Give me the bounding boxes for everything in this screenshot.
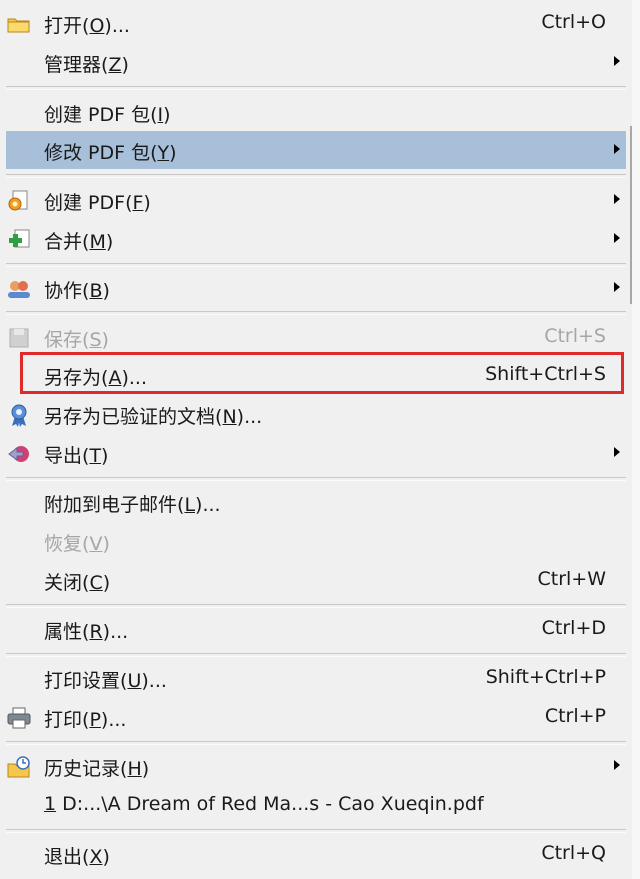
file-menu: 打开(O)... Ctrl+O 管理器(Z) 创建 PDF 包(I) 修改 PD… xyxy=(0,0,632,879)
menu-item-attach-to-email[interactable]: 附加到电子邮件(L)... xyxy=(0,483,632,521)
shortcut-label: Ctrl+D xyxy=(541,617,606,639)
menu-label: 协作 xyxy=(44,280,83,302)
menu-label: 历史记录 xyxy=(44,758,121,780)
menu-label: 恢复 xyxy=(44,533,83,555)
export-icon xyxy=(6,442,32,466)
menu-item-print-setup[interactable]: 打印设置(U)... Shift+Ctrl+P xyxy=(0,659,632,697)
shortcut-label: Ctrl+P xyxy=(544,705,606,727)
menu-label: 合并 xyxy=(44,231,83,253)
access-key: T xyxy=(89,445,102,467)
menu-label: 创建 PDF 包 xyxy=(44,104,151,126)
access-key: R xyxy=(89,621,103,643)
menu-label: 退出 xyxy=(44,846,83,868)
menu-item-exit[interactable]: 退出(X) Ctrl+Q xyxy=(0,835,632,873)
access-key: 1 xyxy=(44,793,57,815)
submenu-arrow-icon xyxy=(614,282,620,292)
separator xyxy=(6,86,626,90)
menu-item-save-as-certified[interactable]: 另存为已验证的文档(N)... xyxy=(0,395,632,433)
menu-item-combine[interactable]: 合并(M) xyxy=(0,220,632,258)
folder-icon xyxy=(6,12,32,36)
shortcut-label: Ctrl+O xyxy=(541,11,606,33)
menu-item-open[interactable]: 打开(O)... Ctrl+O xyxy=(0,4,632,42)
menu-suffix: ... xyxy=(110,621,129,643)
shortcut-label: Ctrl+W xyxy=(537,568,606,590)
access-key: V xyxy=(89,533,103,555)
access-key: B xyxy=(89,280,103,302)
access-key: Z xyxy=(108,54,122,76)
printer-icon xyxy=(6,706,32,730)
menu-label: 打印设置 xyxy=(44,670,121,692)
menu-edge xyxy=(632,0,640,879)
access-key: X xyxy=(89,846,103,868)
submenu-arrow-icon xyxy=(614,194,620,204)
access-key: I xyxy=(157,104,164,126)
menu-label: 另存为已验证的文档 xyxy=(44,406,216,428)
menu-item-export[interactable]: 导出(T) xyxy=(0,434,632,472)
access-key: M xyxy=(89,231,106,253)
submenu-arrow-icon xyxy=(614,447,620,457)
menu-suffix: ... xyxy=(111,15,130,37)
submenu-edge-line xyxy=(630,126,632,304)
menu-suffix: ... xyxy=(244,406,263,428)
separator xyxy=(6,174,626,178)
separator xyxy=(6,653,626,657)
menu-item-close[interactable]: 关闭(C) Ctrl+W xyxy=(0,561,632,599)
combine-icon xyxy=(6,228,32,252)
access-key: L xyxy=(184,494,196,516)
menu-item-create-pdf[interactable]: 创建 PDF(F) xyxy=(0,181,632,219)
menu-item-properties[interactable]: 属性(R)... Ctrl+D xyxy=(0,610,632,648)
access-key: P xyxy=(89,709,101,731)
menu-item-print[interactable]: 打印(P)... Ctrl+P xyxy=(0,698,632,736)
history-icon xyxy=(6,755,32,779)
access-key: S xyxy=(89,329,102,351)
access-key: N xyxy=(222,406,237,428)
collaborate-icon xyxy=(6,277,32,301)
submenu-arrow-icon xyxy=(614,760,620,770)
recent-file-path: D:...\A Dream of Red Ma...s - Cao Xueqin… xyxy=(56,793,484,815)
menu-label: 保存 xyxy=(44,329,83,351)
submenu-arrow-icon xyxy=(614,233,620,243)
separator xyxy=(6,311,626,315)
menu-item-organizer[interactable]: 管理器(Z) xyxy=(0,43,632,81)
highlight-box xyxy=(20,352,624,394)
menu-item-modify-pdf-package[interactable]: 修改 PDF 包(Y) xyxy=(6,131,626,169)
shortcut-label: Shift+Ctrl+P xyxy=(485,666,606,688)
shortcut-label: Ctrl+Q xyxy=(541,842,606,864)
menu-label: 管理器 xyxy=(44,54,102,76)
access-key: H xyxy=(127,758,142,780)
save-icon xyxy=(6,326,32,350)
access-key: Y xyxy=(157,142,170,164)
access-key: C xyxy=(89,572,103,594)
separator xyxy=(6,477,626,481)
shortcut-label: Ctrl+S xyxy=(544,325,606,347)
menu-item-save[interactable]: 保存(S) Ctrl+S xyxy=(0,318,632,356)
access-key: F xyxy=(132,192,144,214)
access-key: U xyxy=(127,670,142,692)
access-key: O xyxy=(89,15,105,37)
menu-label: 属性 xyxy=(44,621,83,643)
menu-suffix: ... xyxy=(108,709,127,731)
separator xyxy=(6,604,626,608)
menu-label: 附加到电子邮件 xyxy=(44,494,178,516)
certified-ribbon-icon xyxy=(6,403,32,427)
menu-label: 创建 PDF xyxy=(44,192,126,214)
submenu-arrow-icon xyxy=(614,56,620,66)
submenu-arrow-icon xyxy=(614,144,620,154)
menu-item-revert[interactable]: 恢复(V) xyxy=(0,522,632,560)
menu-item-collaborate[interactable]: 协作(B) xyxy=(0,269,632,307)
menu-suffix: ... xyxy=(148,670,167,692)
menu-label: 修改 PDF 包 xyxy=(44,142,151,164)
menu-label: 打开 xyxy=(44,15,83,37)
separator xyxy=(6,263,626,267)
create-pdf-icon xyxy=(6,189,32,213)
menu-label: 关闭 xyxy=(44,572,83,594)
separator xyxy=(6,741,626,745)
menu-label: 导出 xyxy=(44,445,83,467)
separator xyxy=(6,829,626,833)
menu-item-history[interactable]: 历史记录(H) xyxy=(0,747,632,785)
menu-item-create-pdf-package[interactable]: 创建 PDF 包(I) xyxy=(0,93,632,131)
menu-item-recent-file-1[interactable]: 1 D:...\A Dream of Red Ma...s - Cao Xueq… xyxy=(0,786,632,824)
menu-suffix: ... xyxy=(202,494,221,516)
menu-label: 打印 xyxy=(44,709,83,731)
